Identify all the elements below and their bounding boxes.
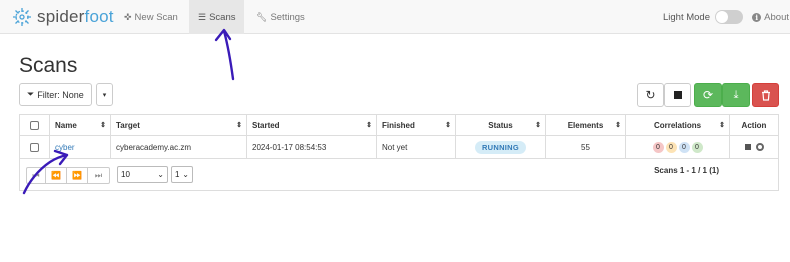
annotation-overlay [22, 28, 235, 195]
annotation-arrow-cyber [22, 149, 69, 195]
annotation-arrow-scans [214, 28, 235, 81]
